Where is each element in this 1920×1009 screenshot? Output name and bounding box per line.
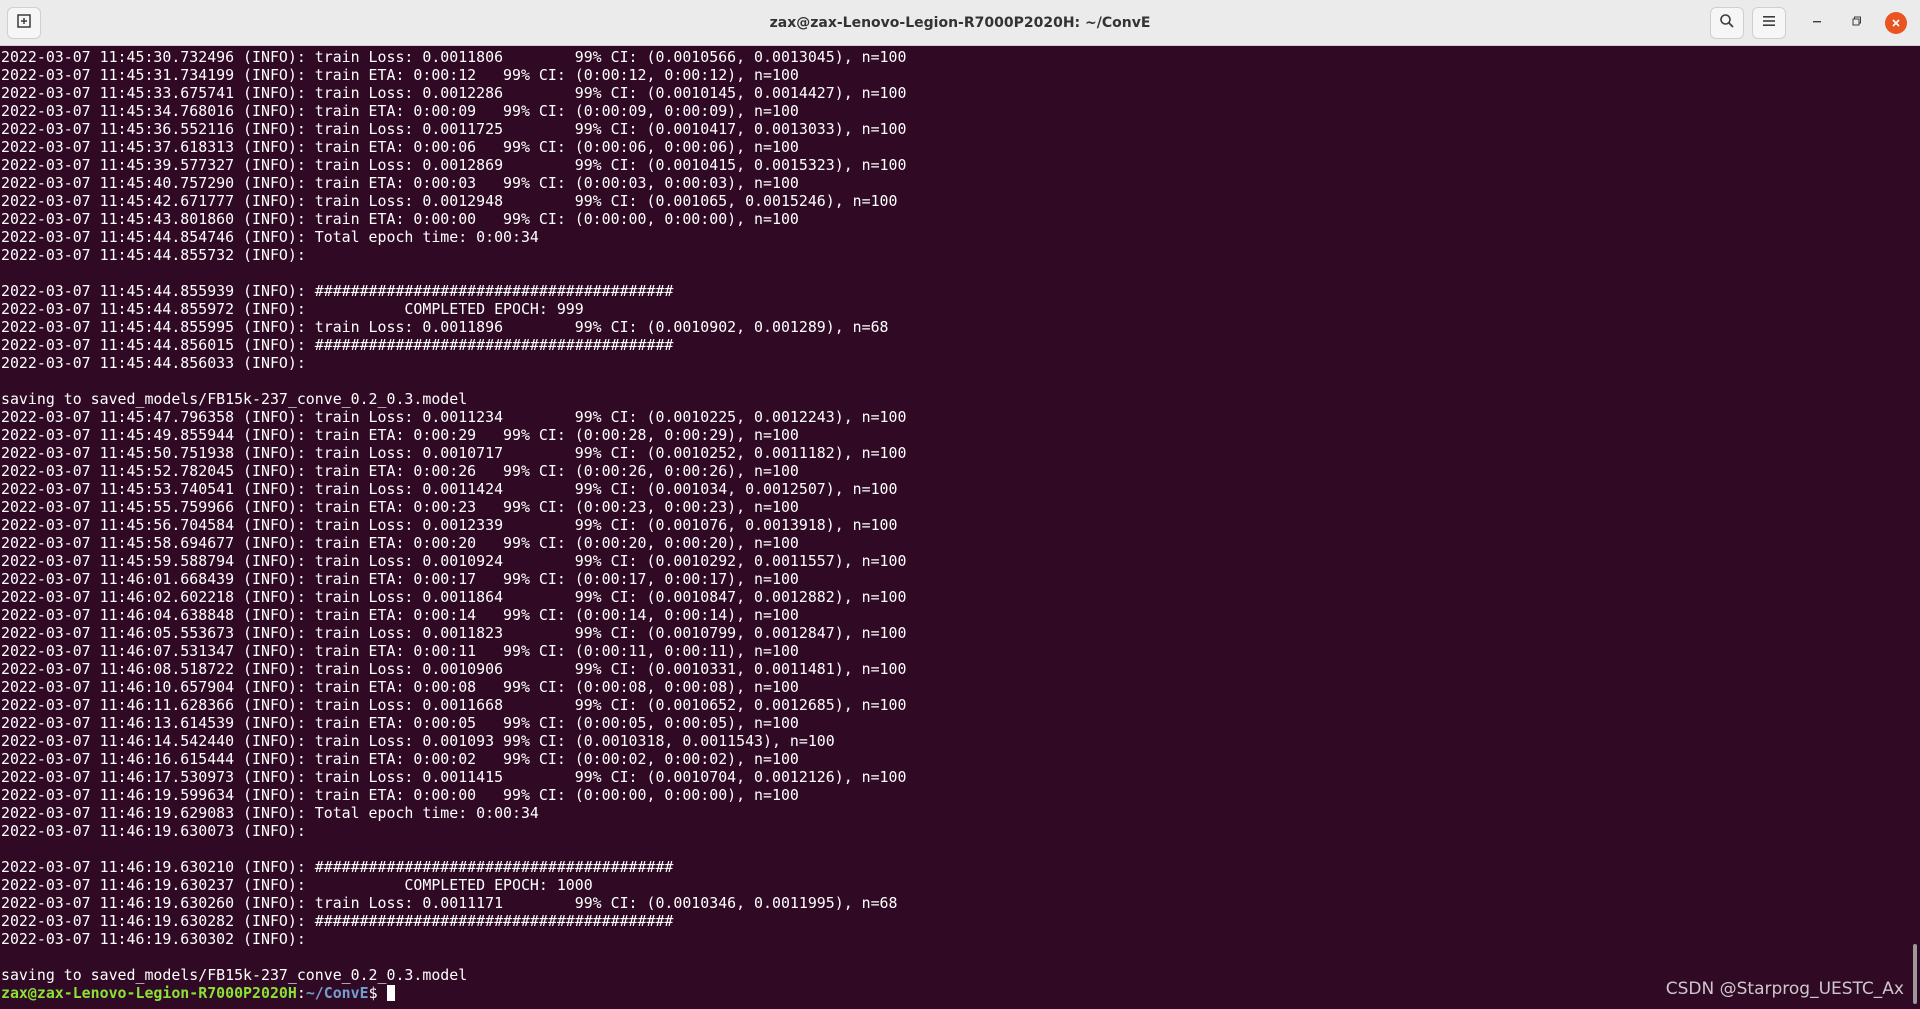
terminal-line: 2022-03-07 11:46:17.530973 (INFO): train… xyxy=(1,768,907,786)
new-tab-icon xyxy=(16,13,32,34)
search-icon xyxy=(1719,13,1735,34)
terminal-line: 2022-03-07 11:45:50.751938 (INFO): train… xyxy=(1,444,907,462)
terminal-line: 2022-03-07 11:46:11.628366 (INFO): train… xyxy=(1,696,907,714)
terminal-line: 2022-03-07 11:46:14.542440 (INFO): train… xyxy=(1,732,835,750)
terminal-line: 2022-03-07 11:45:58.694677 (INFO): train… xyxy=(1,534,799,552)
maximize-button[interactable] xyxy=(1845,11,1869,35)
terminal-line: 2022-03-07 11:46:19.599634 (INFO): train… xyxy=(1,786,799,804)
close-button[interactable] xyxy=(1884,11,1908,35)
terminal-line: 2022-03-07 11:45:47.796358 (INFO): train… xyxy=(1,408,907,426)
terminal-line: 2022-03-07 11:46:19.630210 (INFO): #####… xyxy=(1,858,674,876)
terminal-output[interactable]: 2022-03-07 11:45:30.732496 (INFO): train… xyxy=(1,48,1901,1009)
terminal-line: 2022-03-07 11:46:19.630302 (INFO): xyxy=(1,930,315,948)
terminal-line: 2022-03-07 11:45:56.704584 (INFO): train… xyxy=(1,516,898,534)
terminal-line: 2022-03-07 11:46:10.657904 (INFO): train… xyxy=(1,678,799,696)
terminal-line: 2022-03-07 11:45:44.856015 (INFO): #####… xyxy=(1,336,674,354)
terminal-line: 2022-03-07 11:45:44.855939 (INFO): #####… xyxy=(1,282,674,300)
terminal-line: 2022-03-07 11:45:42.671777 (INFO): train… xyxy=(1,192,898,210)
terminal-line: 2022-03-07 11:45:37.618313 (INFO): train… xyxy=(1,138,799,156)
terminal-line: saving to saved_models/FB15k-237_conve_0… xyxy=(1,966,468,984)
scrollbar[interactable] xyxy=(1913,944,1917,1004)
minimize-button[interactable] xyxy=(1805,11,1829,35)
terminal-line: 2022-03-07 11:45:52.782045 (INFO): train… xyxy=(1,462,799,480)
terminal-line: 2022-03-07 11:45:44.855972 (INFO): COMPL… xyxy=(1,300,584,318)
minimize-icon xyxy=(1811,14,1823,32)
terminal-line: 2022-03-07 11:45:39.577327 (INFO): train… xyxy=(1,156,907,174)
terminal-line: 2022-03-07 11:45:44.856033 (INFO): xyxy=(1,354,315,372)
hamburger-menu-icon xyxy=(1762,14,1776,32)
terminal-line: 2022-03-07 11:46:05.553673 (INFO): train… xyxy=(1,624,907,642)
terminal-line: 2022-03-07 11:46:19.630073 (INFO): xyxy=(1,822,315,840)
terminal-line: 2022-03-07 11:45:31.734199 (INFO): train… xyxy=(1,66,799,84)
new-tab-button[interactable] xyxy=(7,7,41,39)
terminal-line: 2022-03-07 11:46:16.615444 (INFO): train… xyxy=(1,750,799,768)
terminal-line: 2022-03-07 11:46:01.668439 (INFO): train… xyxy=(1,570,799,588)
restore-icon xyxy=(1851,14,1863,32)
terminal-line: 2022-03-07 11:46:02.602218 (INFO): train… xyxy=(1,588,907,606)
terminal-window: zax@zax-Lenovo-Legion-R7000P2020H: ~/Con… xyxy=(0,0,1920,1009)
terminal-line: 2022-03-07 11:45:34.768016 (INFO): train… xyxy=(1,102,799,120)
terminal-line: 2022-03-07 11:46:19.629083 (INFO): Total… xyxy=(1,804,539,822)
terminal-line: 2022-03-07 11:46:08.518722 (INFO): train… xyxy=(1,660,907,678)
terminal-line: 2022-03-07 11:45:44.854746 (INFO): Total… xyxy=(1,228,539,246)
terminal-line: 2022-03-07 11:45:55.759966 (INFO): train… xyxy=(1,498,799,516)
terminal-line: 2022-03-07 11:45:53.740541 (INFO): train… xyxy=(1,480,898,498)
terminal-line: 2022-03-07 11:46:19.630260 (INFO): train… xyxy=(1,894,898,912)
terminal-line: 2022-03-07 11:45:36.552116 (INFO): train… xyxy=(1,120,907,138)
close-icon xyxy=(1885,12,1907,34)
terminal-line: 2022-03-07 11:45:49.855944 (INFO): train… xyxy=(1,426,799,444)
prompt-path: ~/ConvE xyxy=(305,984,369,1002)
terminal-line: 2022-03-07 11:45:44.855995 (INFO): train… xyxy=(1,318,889,336)
search-button[interactable] xyxy=(1710,7,1744,39)
terminal-line: 2022-03-07 11:46:19.630237 (INFO): COMPL… xyxy=(1,876,593,894)
prompt-user-host: zax@zax-Lenovo-Legion-R7000P2020H xyxy=(1,984,297,1002)
terminal-line: 2022-03-07 11:46:19.630282 (INFO): #####… xyxy=(1,912,674,930)
watermark: CSDN @Starprog_UESTC_Ax xyxy=(1665,979,1904,999)
terminal-line: 2022-03-07 11:46:04.638848 (INFO): train… xyxy=(1,606,799,624)
terminal-line: 2022-03-07 11:45:43.801860 (INFO): train… xyxy=(1,210,799,228)
terminal-line: 2022-03-07 11:45:30.732496 (INFO): train… xyxy=(1,48,907,66)
terminal-line: 2022-03-07 11:46:13.614539 (INFO): train… xyxy=(1,714,799,732)
text-cursor xyxy=(386,985,395,1001)
terminal-line: 2022-03-07 11:45:33.675741 (INFO): train… xyxy=(1,84,907,102)
prompt-separator: : xyxy=(296,984,306,1002)
terminal-line: 2022-03-07 11:46:07.531347 (INFO): train… xyxy=(1,642,799,660)
menu-button[interactable] xyxy=(1752,7,1786,39)
window-title: zax@zax-Lenovo-Legion-R7000P2020H: ~/Con… xyxy=(769,15,1151,31)
terminal-line: saving to saved_models/FB15k-237_conve_0… xyxy=(1,390,468,408)
terminal-line: 2022-03-07 11:45:40.757290 (INFO): train… xyxy=(1,174,799,192)
shell-prompt[interactable]: zax@zax-Lenovo-Legion-R7000P2020H:~/Conv… xyxy=(1,984,1901,1002)
terminal-line: 2022-03-07 11:45:44.855732 (INFO): xyxy=(1,246,315,264)
terminal-line: 2022-03-07 11:45:59.588794 (INFO): train… xyxy=(1,552,907,570)
title-bar: zax@zax-Lenovo-Legion-R7000P2020H: ~/Con… xyxy=(0,0,1920,46)
prompt-symbol: $ xyxy=(368,984,387,1002)
